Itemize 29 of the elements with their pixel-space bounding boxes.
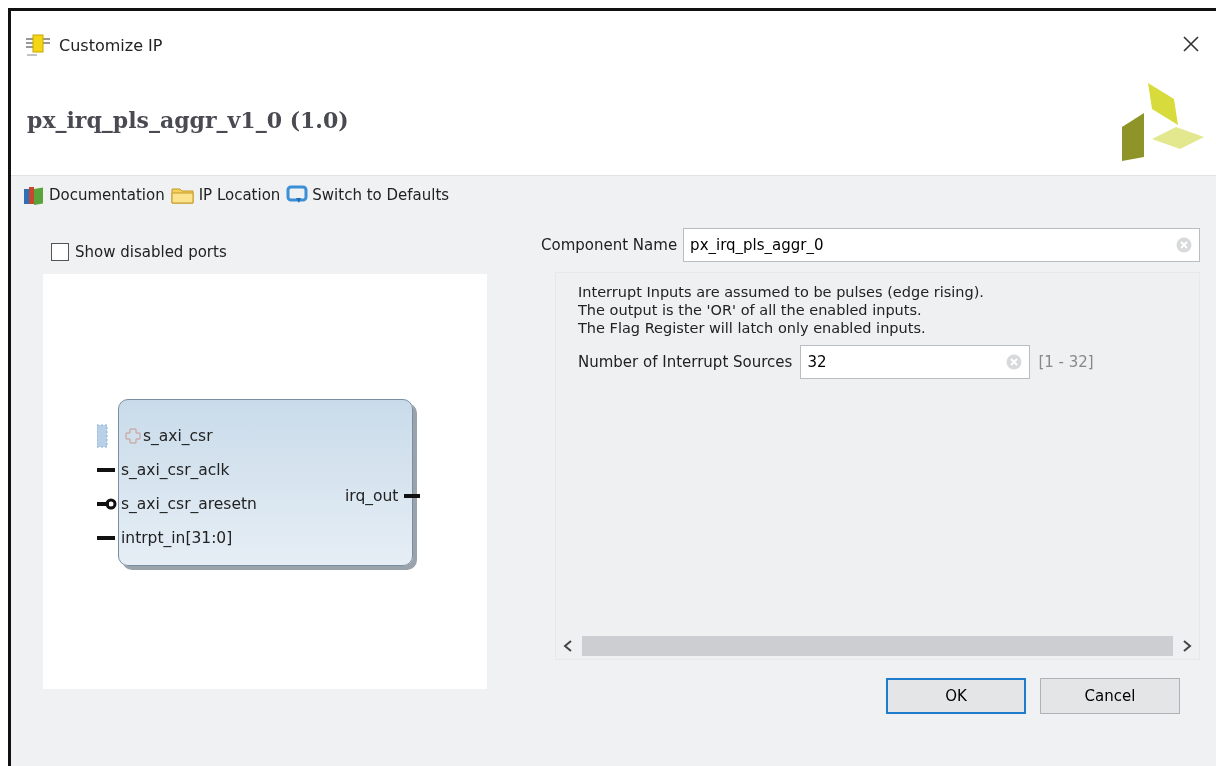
dialog-button[interactable]: OK xyxy=(886,678,1026,714)
field-label: Component Name xyxy=(541,236,678,254)
description-text: The output is the 'OR' of all the enabled inputs. xyxy=(578,301,923,319)
dialog-button[interactable]: Cancel xyxy=(1040,678,1180,714)
port-label: intrpt_in[31:0] xyxy=(121,529,233,547)
books-icon xyxy=(23,185,45,205)
port-label: irq_out xyxy=(345,487,399,505)
refresh-icon xyxy=(286,185,309,205)
reset-pin-icon xyxy=(97,498,117,510)
bus-pin-icon xyxy=(97,424,108,448)
toolbar-button[interactable]: IP Location xyxy=(170,185,281,205)
checkbox[interactable] xyxy=(51,243,69,261)
port-label: s_axi_csr_aresetn xyxy=(121,495,257,513)
toolbar-button[interactable]: Documentation xyxy=(23,185,165,205)
ip-chip-icon xyxy=(25,33,51,57)
port-label: s_axi_csr xyxy=(143,427,213,445)
description-text: The Flag Register will latch only enabled inputs. xyxy=(578,319,927,337)
field-label: Number of Interrupt Sources xyxy=(578,353,793,371)
range-hint: [1 - 32] xyxy=(1038,353,1094,371)
scroll-right-icon[interactable] xyxy=(1181,639,1193,653)
ip-title: px_irq_pls_aggr_v1_0 (1.0) xyxy=(27,107,349,133)
folder-icon xyxy=(170,185,195,205)
scroll-left-icon[interactable] xyxy=(562,639,574,653)
window-title: Customize IP xyxy=(59,35,164,55)
description-text: Interrupt Inputs are assumed to be pulses (edge rising). xyxy=(578,283,985,301)
toolbar-button[interactable]: Switch to Defaults xyxy=(286,185,450,205)
interrupt-sources-field[interactable]: 32 xyxy=(800,345,1031,379)
component-name-field[interactable]: px_irq_pls_aggr_0 xyxy=(683,228,1200,262)
port-label: s_axi_csr_aclk xyxy=(121,461,230,479)
